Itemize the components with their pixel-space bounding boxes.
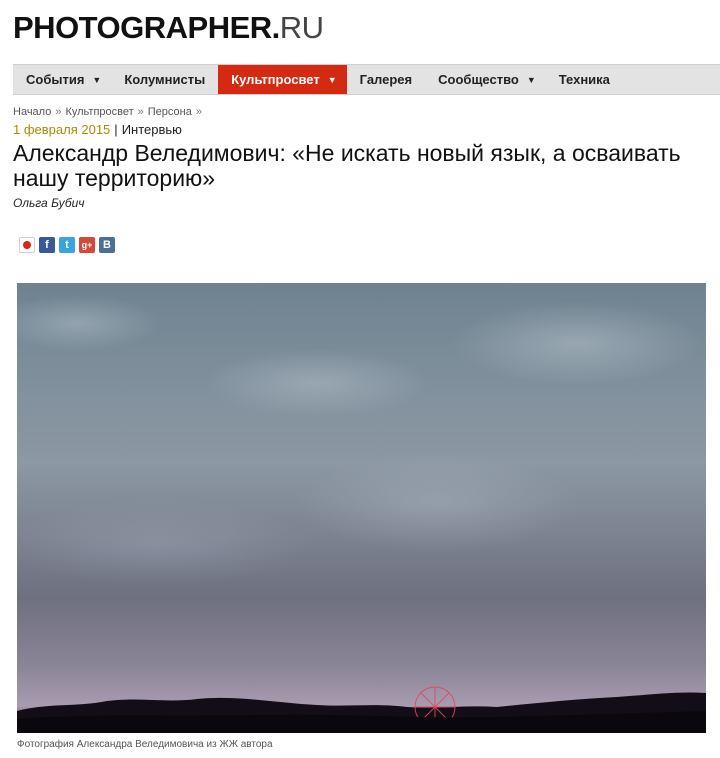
logo-tld: RU — [279, 10, 324, 45]
article-type[interactable]: Интервью — [122, 122, 182, 137]
meta-separator: | — [114, 122, 118, 137]
nav-item-label: Техника — [558, 72, 610, 87]
nav-item-label: Колумнисты — [124, 72, 206, 87]
nav-item-events[interactable]: События ▼ — [13, 65, 111, 94]
share-bar: f t g+ B — [19, 237, 115, 253]
mail-icon[interactable] — [19, 237, 35, 253]
nav-item-columnists[interactable]: Колумнисты — [111, 65, 218, 94]
nav-item-kultprosvet[interactable]: Культпросвет ▼ — [218, 65, 347, 94]
article-author[interactable]: Ольга Бубич — [13, 196, 85, 210]
chevron-down-icon: ▼ — [92, 74, 102, 85]
google-plus-icon[interactable]: g+ — [79, 237, 95, 253]
breadcrumb-separator: » — [195, 106, 202, 118]
treeline-silhouette — [17, 686, 706, 733]
nav-item-label: Культпросвет — [231, 72, 320, 87]
logo-brand: PHOTOGRAPHER. — [13, 10, 280, 45]
twitter-icon[interactable]: t — [59, 237, 75, 253]
breadcrumb-separator: » — [55, 106, 62, 118]
facebook-icon[interactable]: f — [39, 237, 55, 253]
breadcrumb-persona[interactable]: Персона — [148, 106, 192, 118]
article-photo — [17, 283, 706, 733]
article-date: 1 февраля 2015 — [13, 122, 111, 137]
nav-item-label: Сообщество — [438, 72, 519, 87]
photo-caption: Фотография Александра Веледимовича из ЖЖ… — [17, 739, 273, 750]
chevron-down-icon: ▼ — [526, 74, 536, 85]
main-nav: События ▼ Колумнисты Культпросвет ▼ Гале… — [13, 64, 720, 95]
nav-item-gallery[interactable]: Галерея — [347, 65, 426, 94]
chevron-down-icon: ▼ — [327, 74, 337, 85]
nav-item-label: События — [26, 72, 85, 87]
breadcrumb-separator: » — [137, 106, 144, 118]
site-logo[interactable]: PHOTOGRAPHER.RU — [13, 10, 324, 46]
nav-item-label: Галерея — [359, 72, 413, 87]
breadcrumb-kultprosvet[interactable]: Культпросвет — [65, 106, 133, 118]
nav-item-technique[interactable]: Техника — [546, 65, 623, 94]
vkontakte-icon[interactable]: B — [99, 237, 115, 253]
article-title: Александр Веледимович: «Не искать новый … — [13, 140, 681, 191]
breadcrumb: Начало» Культпросвет» Персона» — [13, 106, 206, 118]
article-meta: 1 февраля 2015 | Интервью — [13, 122, 182, 137]
nav-item-community[interactable]: Сообщество ▼ — [425, 65, 546, 94]
breadcrumb-home[interactable]: Начало — [13, 106, 51, 118]
